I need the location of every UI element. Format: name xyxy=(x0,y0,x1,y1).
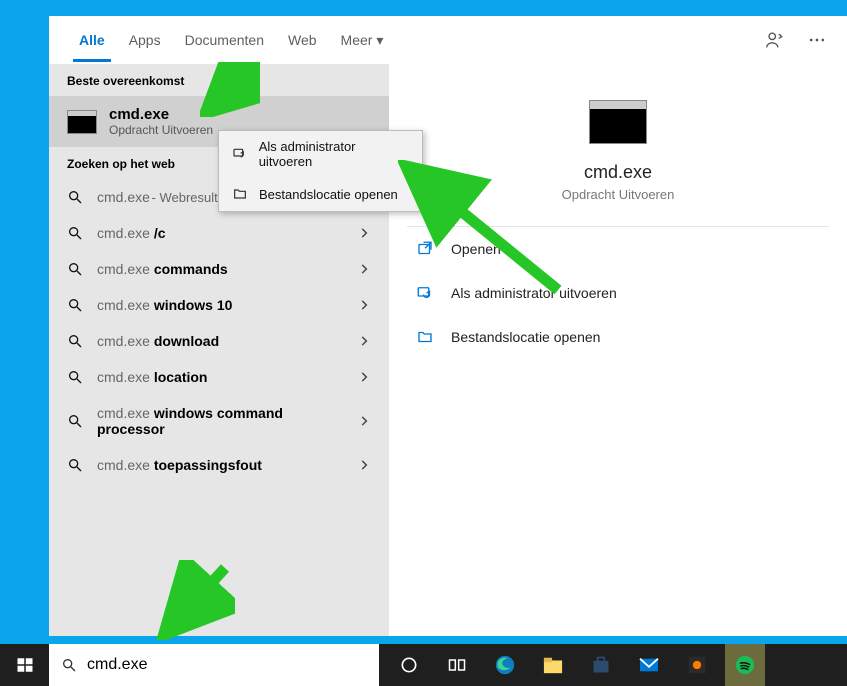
preview-cmd-thumbnail-icon xyxy=(589,100,647,144)
action-open-location-label: Bestandslocatie openen xyxy=(451,329,600,345)
search-icon xyxy=(67,225,85,241)
preview-pane: cmd.exe Opdracht Uitvoeren Openen Als ad… xyxy=(389,64,847,636)
caret-down-icon: ▾ xyxy=(376,32,383,48)
web-result-item[interactable]: cmd.exe toepassingsfout xyxy=(49,447,389,483)
start-button[interactable] xyxy=(0,644,49,686)
file-explorer-icon[interactable] xyxy=(533,644,573,686)
tab-documents[interactable]: Documenten xyxy=(173,18,276,62)
best-match-subtitle: Opdracht Uitvoeren xyxy=(109,123,213,137)
search-icon xyxy=(67,457,85,473)
app-icon[interactable] xyxy=(677,644,717,686)
context-open-location[interactable]: Bestandslocatie openen xyxy=(219,177,422,211)
shield-admin-icon xyxy=(415,283,435,303)
chevron-right-icon[interactable] xyxy=(357,370,371,384)
context-menu: Als administrator uitvoeren Bestandsloca… xyxy=(218,130,423,212)
feedback-person-icon[interactable] xyxy=(763,28,787,52)
cortana-icon[interactable] xyxy=(389,644,429,686)
filter-tabs: Alle Apps Documenten Web Meer ▾ xyxy=(49,16,847,64)
web-result-item[interactable]: cmd.exe /c xyxy=(49,215,389,251)
action-run-admin[interactable]: Als administrator uitvoeren xyxy=(407,271,829,315)
web-result-label: cmd.exe windows 10 xyxy=(97,297,345,313)
task-view-icon[interactable] xyxy=(437,644,477,686)
chevron-right-icon[interactable] xyxy=(357,414,371,428)
best-match-title: cmd.exe xyxy=(109,106,213,123)
context-open-location-label: Bestandslocatie openen xyxy=(259,187,398,202)
mail-icon[interactable] xyxy=(629,644,669,686)
folder-location-icon xyxy=(231,185,249,203)
open-icon xyxy=(415,239,435,259)
start-search-panel: Alle Apps Documenten Web Meer ▾ Beste ov… xyxy=(49,16,847,636)
taskbar-search[interactable] xyxy=(49,644,379,686)
cmd-thumbnail-icon xyxy=(67,110,97,134)
taskbar xyxy=(0,644,847,686)
action-open-location[interactable]: Bestandslocatie openen xyxy=(407,315,829,359)
chevron-right-icon[interactable] xyxy=(357,458,371,472)
chevron-right-icon[interactable] xyxy=(357,262,371,276)
tab-apps[interactable]: Apps xyxy=(117,18,173,62)
taskbar-search-input[interactable] xyxy=(87,656,367,674)
web-result-item[interactable]: cmd.exe windows 10 xyxy=(49,287,389,323)
spotify-icon[interactable] xyxy=(725,644,765,686)
store-icon[interactable] xyxy=(581,644,621,686)
search-icon xyxy=(67,189,85,205)
section-best-match: Beste overeenkomst xyxy=(49,64,389,96)
web-result-item[interactable]: cmd.exe windows command processor xyxy=(49,395,389,447)
folder-location-icon xyxy=(415,327,435,347)
tab-web[interactable]: Web xyxy=(276,18,329,62)
edge-icon[interactable] xyxy=(485,644,525,686)
web-result-label: cmd.exe download xyxy=(97,333,345,349)
action-open-label: Openen xyxy=(451,241,501,257)
search-icon xyxy=(67,413,85,429)
shield-admin-icon xyxy=(231,145,249,163)
search-icon xyxy=(67,369,85,385)
web-result-label: cmd.exe location xyxy=(97,369,345,385)
search-icon xyxy=(67,261,85,277)
search-icon xyxy=(67,297,85,313)
more-options-icon[interactable] xyxy=(805,28,829,52)
web-result-label: cmd.exe windows command processor xyxy=(97,405,345,437)
web-result-label: cmd.exe commands xyxy=(97,261,345,277)
preview-subtitle: Opdracht Uitvoeren xyxy=(562,187,675,202)
web-result-item[interactable]: cmd.exe location xyxy=(49,359,389,395)
web-result-label: cmd.exe /c xyxy=(97,225,345,241)
action-open[interactable]: Openen xyxy=(407,227,829,271)
search-icon xyxy=(67,333,85,349)
chevron-right-icon[interactable] xyxy=(357,298,371,312)
search-icon xyxy=(61,657,77,673)
chevron-right-icon[interactable] xyxy=(357,226,371,240)
chevron-right-icon[interactable] xyxy=(357,334,371,348)
windows-logo-icon xyxy=(16,656,34,674)
tab-all[interactable]: Alle xyxy=(67,18,117,62)
action-run-admin-label: Als administrator uitvoeren xyxy=(451,285,617,301)
web-result-label: cmd.exe toepassingsfout xyxy=(97,457,345,473)
web-result-item[interactable]: cmd.exe download xyxy=(49,323,389,359)
context-run-admin[interactable]: Als administrator uitvoeren xyxy=(219,131,422,177)
web-result-item[interactable]: cmd.exe commands xyxy=(49,251,389,287)
context-run-admin-label: Als administrator uitvoeren xyxy=(259,139,410,169)
preview-title: cmd.exe xyxy=(584,162,652,183)
tab-more[interactable]: Meer ▾ xyxy=(329,18,396,63)
